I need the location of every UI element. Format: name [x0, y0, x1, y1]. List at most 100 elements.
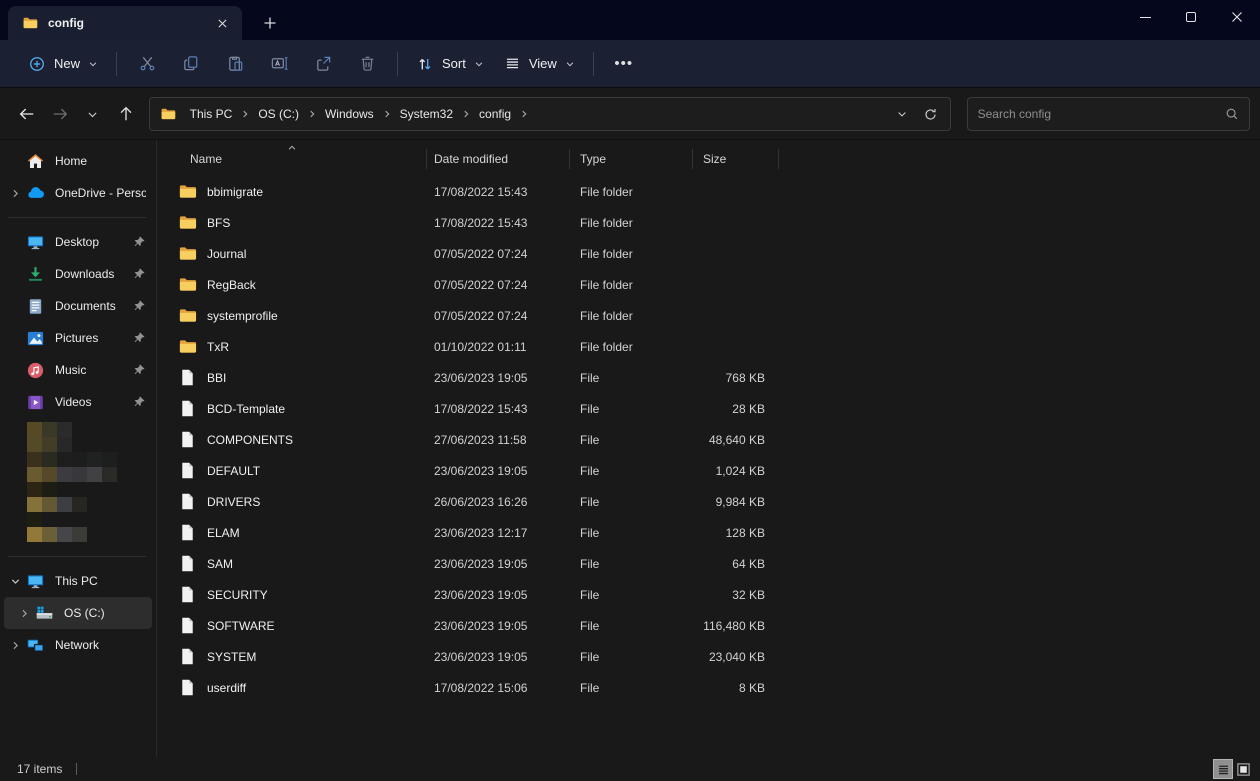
chevron-right-icon[interactable]	[4, 188, 26, 199]
thispc-icon	[26, 572, 45, 591]
search-input[interactable]	[978, 107, 1225, 121]
file-row-software[interactable]: SOFTWARE23/06/2023 19:05File116,480 KB	[157, 610, 1260, 641]
close-button[interactable]	[1214, 0, 1260, 34]
file-row-txr[interactable]: TxR01/10/2022 01:11File folder	[157, 331, 1260, 362]
column-header-type[interactable]: Type	[570, 149, 693, 169]
sidebar-item-videos[interactable]: Videos	[4, 386, 152, 418]
paste-button[interactable]	[213, 47, 257, 81]
view-button[interactable]: View	[494, 47, 585, 81]
breadcrumb-chevron-icon[interactable]	[459, 109, 473, 119]
sidebar-item-documents[interactable]: Documents	[4, 290, 152, 322]
cut-button[interactable]	[125, 47, 169, 81]
search-box[interactable]	[967, 97, 1250, 131]
file-row-security[interactable]: SECURITY23/06/2023 19:05File32 KB	[157, 579, 1260, 610]
refresh-button[interactable]	[916, 98, 946, 130]
file-name-cell: BCD-Template	[157, 399, 427, 418]
refresh-icon	[923, 107, 938, 122]
sort-button[interactable]: Sort	[406, 47, 494, 81]
thumbnails-view-button[interactable]	[1234, 760, 1252, 778]
close-icon	[1231, 11, 1243, 23]
delete-button[interactable]	[345, 47, 389, 81]
file-row-elam[interactable]: ELAM23/06/2023 12:17File128 KB	[157, 517, 1260, 548]
file-row-components[interactable]: COMPONENTS27/06/2023 11:58File48,640 KB	[157, 424, 1260, 455]
date-modified: 17/08/2022 15:06	[427, 681, 570, 695]
sidebar-item-network[interactable]: Network	[4, 629, 152, 661]
recent-locations-button[interactable]	[76, 98, 109, 130]
chevron-down-icon[interactable]	[4, 576, 26, 587]
breadcrumb-chevron-icon[interactable]	[305, 109, 319, 119]
file-row-userdiff[interactable]: userdiff17/08/2022 15:06File8 KB	[157, 672, 1260, 703]
file-row-system[interactable]: SYSTEM23/06/2023 19:05File23,040 KB	[157, 641, 1260, 672]
sidebar-item-os-c[interactable]: OS (C:)	[4, 597, 152, 629]
breadcrumb-chevron-icon[interactable]	[380, 109, 394, 119]
tab-close-icon[interactable]	[210, 11, 234, 35]
file-row-bbi[interactable]: BBI23/06/2023 19:05File768 KB	[157, 362, 1260, 393]
file-row-regback[interactable]: RegBack07/05/2022 07:24File folder	[157, 269, 1260, 300]
main-area: Home OneDrive - Persona DesktopDownloadsDo…	[0, 140, 1260, 757]
up-button[interactable]	[109, 98, 142, 130]
copy-button[interactable]	[169, 47, 213, 81]
maximize-button[interactable]	[1168, 0, 1214, 34]
sidebar-item-pictures[interactable]: Pictures	[4, 322, 152, 354]
breadcrumb-item[interactable]: OS (C:)	[252, 103, 305, 125]
more-options-button[interactable]: •••	[602, 47, 646, 81]
breadcrumb-item[interactable]: This PC	[184, 103, 239, 125]
file-type: File folder	[570, 247, 693, 261]
forward-button[interactable]	[43, 98, 76, 130]
breadcrumb-item[interactable]: config	[473, 103, 517, 125]
column-header-date-modified[interactable]: Date modified	[427, 149, 570, 169]
breadcrumb-item[interactable]: Windows	[319, 103, 380, 125]
breadcrumb-item[interactable]: System32	[394, 103, 459, 125]
rename-button[interactable]	[257, 47, 301, 81]
file-name: TxR	[207, 340, 229, 354]
breadcrumb-chevron-icon[interactable]	[517, 109, 531, 119]
file-row-bfs[interactable]: BFS17/08/2022 15:43File folder	[157, 207, 1260, 238]
sidebar-item-label: OS (C:)	[64, 606, 146, 620]
new-button[interactable]: New	[18, 47, 108, 81]
view-toggles	[1214, 760, 1252, 778]
column-header-size[interactable]: Size	[693, 149, 779, 169]
file-type: File	[570, 588, 693, 602]
sidebar-item-music[interactable]: Music	[4, 354, 152, 386]
back-button[interactable]	[10, 98, 43, 130]
sidebar-item-this-pc[interactable]: This PC	[4, 565, 152, 597]
sidebar-item-onedrive-persona[interactable]: OneDrive - Persona	[4, 177, 152, 209]
date-modified: 23/06/2023 19:05	[427, 464, 570, 478]
chevron-right-icon[interactable]	[13, 608, 35, 619]
chevron-right-icon[interactable]	[4, 640, 26, 651]
sidebar-item-home[interactable]: Home	[4, 145, 152, 177]
column-header-name[interactable]: Name	[157, 149, 427, 169]
desktop-icon	[26, 233, 45, 252]
date-modified: 23/06/2023 19:05	[427, 557, 570, 571]
date-modified: 23/06/2023 19:05	[427, 650, 570, 664]
address-dropdown-button[interactable]	[888, 98, 916, 130]
sidebar-item-label: OneDrive - Persona	[55, 186, 146, 200]
up-arrow-icon	[117, 105, 135, 123]
details-view-button[interactable]	[1214, 760, 1232, 778]
breadcrumb-chevron-icon[interactable]	[238, 109, 252, 119]
file-row-systemprofile[interactable]: systemprofile07/05/2022 07:24File folder	[157, 300, 1260, 331]
column-header-label: Name	[190, 152, 222, 166]
file-row-sam[interactable]: SAM23/06/2023 19:05File64 KB	[157, 548, 1260, 579]
file-row-default[interactable]: DEFAULT23/06/2023 19:05File1,024 KB	[157, 455, 1260, 486]
sidebar-item-downloads[interactable]: Downloads	[4, 258, 152, 290]
address-bar[interactable]: This PC OS (C:) Windows System32 config	[149, 97, 951, 131]
file-row-bcd-template[interactable]: BCD-Template17/08/2022 15:43File28 KB	[157, 393, 1260, 424]
new-tab-button[interactable]	[254, 9, 286, 37]
share-button[interactable]	[301, 47, 345, 81]
date-modified: 17/08/2022 15:43	[427, 402, 570, 416]
folder-icon	[22, 15, 38, 31]
file-row-drivers[interactable]: DRIVERS26/06/2023 16:26File9,984 KB	[157, 486, 1260, 517]
file-name: BBI	[207, 371, 226, 385]
tab-config[interactable]: config	[8, 6, 242, 40]
date-modified: 23/06/2023 19:05	[427, 588, 570, 602]
file-size: 48,640 KB	[693, 433, 779, 447]
file-name-cell: SOFTWARE	[157, 616, 427, 635]
file-row-journal[interactable]: Journal07/05/2022 07:24File folder	[157, 238, 1260, 269]
chevron-down-icon	[896, 108, 908, 120]
minimize-button[interactable]	[1122, 0, 1168, 34]
file-name-cell: SAM	[157, 554, 427, 573]
navigation-bar: This PC OS (C:) Windows System32 config	[0, 89, 1260, 140]
sidebar-item-desktop[interactable]: Desktop	[4, 226, 152, 258]
file-row-bbimigrate[interactable]: bbimigrate17/08/2022 15:43File folder	[157, 176, 1260, 207]
